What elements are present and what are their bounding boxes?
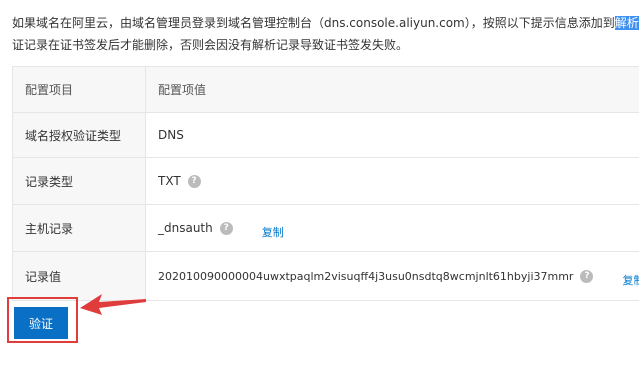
header-config-item: 配置项目 [13, 67, 146, 112]
row-value: TXT ? [146, 158, 639, 204]
instruction-line-2: 证记录在证书签发后才能删除，否则会因没有解析记录导致证书签发失败。 [12, 38, 409, 52]
highlighted-text: 解析配 [614, 16, 639, 30]
verify-button[interactable]: 验证 [14, 307, 68, 339]
row-value: DNS [146, 113, 639, 157]
table-header-row: 配置项目 配置项值 [13, 67, 639, 113]
row-label: 主机记录 [13, 205, 146, 251]
row-value: 202010090000004uwxtpaqlm2visuqff4j3usu0n… [146, 252, 639, 300]
record-type-value: TXT [158, 174, 181, 188]
table-row: 记录类型 TXT ? [13, 158, 639, 205]
row-label: 域名授权验证类型 [13, 113, 146, 157]
host-record-value: _dnsauth [158, 221, 213, 235]
dns-record-table: 配置项目 配置项值 域名授权验证类型 DNS 记录类型 TXT ? 主机记录 _… [12, 66, 639, 301]
verification-type-value: DNS [158, 128, 184, 142]
instruction-line-1-text: 如果域名在阿里云，由域名管理员登录到域名管理控制台（dns.console.al… [12, 16, 615, 30]
instruction-line-1: 如果域名在阿里云，由域名管理员登录到域名管理控制台（dns.console.al… [12, 12, 639, 34]
help-icon[interactable]: ? [187, 174, 201, 188]
instruction-text: 如果域名在阿里云，由域名管理员登录到域名管理控制台（dns.console.al… [12, 12, 639, 56]
table-row: 主机记录 _dnsauth ? 复制 [13, 205, 639, 252]
record-value: 202010090000004uwxtpaqlm2visuqff4j3usu0n… [158, 269, 574, 283]
copy-host-record-link[interactable]: 复制 [262, 224, 284, 240]
row-label: 记录类型 [13, 158, 146, 204]
copy-record-value-link[interactable]: 复制 [622, 272, 639, 288]
help-icon[interactable]: ? [219, 221, 233, 235]
row-value: _dnsauth ? 复制 [146, 205, 639, 251]
annotation-arrow-icon [80, 294, 146, 315]
header-config-value: 配置项值 [146, 67, 639, 112]
help-icon[interactable]: ? [580, 269, 594, 283]
table-row: 域名授权验证类型 DNS [13, 113, 639, 158]
